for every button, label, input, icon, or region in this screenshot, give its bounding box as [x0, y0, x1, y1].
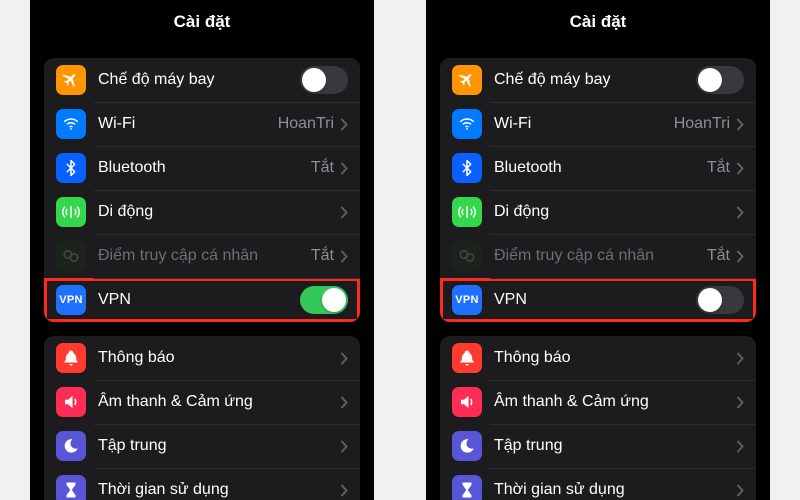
- wifi-icon: [56, 109, 86, 139]
- settings-row-label: Tập trung: [98, 437, 340, 455]
- screentime-icon: [56, 475, 86, 500]
- vpn-toggle[interactable]: [696, 286, 744, 314]
- comparison-frame: Cài đặt Chế độ máy bayWi-FiHoanTriBlueto…: [0, 0, 800, 500]
- cellular-icon: [56, 197, 86, 227]
- airplane-icon: [452, 65, 482, 95]
- page-title: Cài đặt: [426, 0, 770, 44]
- hotspot-icon: [56, 241, 86, 271]
- sounds-icon: [452, 387, 482, 417]
- settings-row-focus[interactable]: Tập trung: [440, 424, 756, 468]
- settings-row-label: Thông báo: [494, 349, 736, 367]
- cellular-icon: [452, 197, 482, 227]
- settings-row-label: Bluetooth: [98, 159, 311, 177]
- settings-row-value: Tắt: [311, 247, 334, 265]
- chevron-right-icon: [340, 206, 348, 219]
- settings-row-bluetooth[interactable]: BluetoothTắt: [440, 146, 756, 190]
- settings-row-label: Bluetooth: [494, 159, 707, 177]
- settings-row-label: Di động: [98, 203, 340, 221]
- settings-row-value: Tắt: [707, 159, 730, 177]
- settings-row-notifications[interactable]: Thông báo: [440, 336, 756, 380]
- page-title: Cài đặt: [30, 0, 374, 44]
- settings-row-label: Chế độ máy bay: [494, 71, 696, 89]
- settings-row-label: Wi-Fi: [98, 115, 278, 133]
- bluetooth-icon: [56, 153, 86, 183]
- settings-row-cellular[interactable]: Di động: [44, 190, 360, 234]
- settings-row-notifications[interactable]: Thông báo: [44, 336, 360, 380]
- settings-screen-right: Cài đặt Chế độ máy bayWi-FiHoanTriBlueto…: [426, 0, 770, 500]
- settings-row-label: Tập trung: [494, 437, 736, 455]
- settings-row-airplane[interactable]: Chế độ máy bay: [440, 58, 756, 102]
- settings-row-value: HoanTri: [278, 115, 334, 133]
- airplane-toggle[interactable]: [696, 66, 744, 94]
- settings-row-label: Thời gian sử dụng: [494, 481, 736, 499]
- settings-row-screentime[interactable]: Thời gian sử dụng: [440, 468, 756, 500]
- notifications-icon: [452, 343, 482, 373]
- airplane-icon: [56, 65, 86, 95]
- chevron-right-icon: [340, 396, 348, 409]
- chevron-right-icon: [736, 440, 744, 453]
- settings-row-wifi[interactable]: Wi-FiHoanTri: [44, 102, 360, 146]
- chevron-right-icon: [340, 352, 348, 365]
- chevron-right-icon: [736, 484, 744, 497]
- settings-section-1: Chế độ máy bayWi-FiHoanTriBluetoothTắtDi…: [440, 58, 756, 322]
- chevron-right-icon: [340, 250, 348, 263]
- chevron-right-icon: [340, 162, 348, 175]
- settings-row-sounds[interactable]: Âm thanh & Cảm ứng: [440, 380, 756, 424]
- hotspot-icon: [452, 241, 482, 271]
- vpn-icon: VPN: [56, 285, 86, 315]
- chevron-right-icon: [736, 118, 744, 131]
- settings-row-value: Tắt: [707, 247, 730, 265]
- settings-row-value: HoanTri: [674, 115, 730, 133]
- settings-section-1: Chế độ máy bayWi-FiHoanTriBluetoothTắtDi…: [44, 58, 360, 322]
- chevron-right-icon: [736, 250, 744, 263]
- sounds-icon: [56, 387, 86, 417]
- settings-row-label: Thời gian sử dụng: [98, 481, 340, 499]
- settings-row-cellular[interactable]: Di động: [440, 190, 756, 234]
- settings-row-wifi[interactable]: Wi-FiHoanTri: [440, 102, 756, 146]
- focus-icon: [56, 431, 86, 461]
- settings-row-label: Chế độ máy bay: [98, 71, 300, 89]
- settings-row-label: VPN: [494, 291, 696, 309]
- settings-row-label: VPN: [98, 291, 300, 309]
- screentime-icon: [452, 475, 482, 500]
- chevron-right-icon: [736, 396, 744, 409]
- settings-row-vpn[interactable]: VPN VPN: [44, 278, 360, 322]
- vpn-toggle[interactable]: [300, 286, 348, 314]
- settings-row-airplane[interactable]: Chế độ máy bay: [44, 58, 360, 102]
- chevron-right-icon: [736, 162, 744, 175]
- settings-row-label: Wi-Fi: [494, 115, 674, 133]
- settings-row-sounds[interactable]: Âm thanh & Cảm ứng: [44, 380, 360, 424]
- chevron-right-icon: [736, 352, 744, 365]
- chevron-right-icon: [736, 206, 744, 219]
- settings-section-2: Thông báo Âm thanh & Cảm ứng Tập trung Thời…: [440, 336, 756, 500]
- settings-screen-left: Cài đặt Chế độ máy bayWi-FiHoanTriBlueto…: [30, 0, 374, 500]
- settings-row-label: Thông báo: [98, 349, 340, 367]
- settings-row-focus[interactable]: Tập trung: [44, 424, 360, 468]
- settings-row-label: Âm thanh & Cảm ứng: [494, 393, 736, 411]
- wifi-icon: [452, 109, 482, 139]
- settings-row-screentime[interactable]: Thời gian sử dụng: [44, 468, 360, 500]
- notifications-icon: [56, 343, 86, 373]
- focus-icon: [452, 431, 482, 461]
- settings-row-label: Điểm truy cập cá nhân: [98, 247, 311, 265]
- settings-row-hotspot[interactable]: Điểm truy cập cá nhânTắt: [44, 234, 360, 278]
- settings-row-vpn[interactable]: VPN VPN: [440, 278, 756, 322]
- settings-section-2: Thông báo Âm thanh & Cảm ứng Tập trung Thời…: [44, 336, 360, 500]
- settings-row-bluetooth[interactable]: BluetoothTắt: [44, 146, 360, 190]
- bluetooth-icon: [452, 153, 482, 183]
- settings-row-label: Âm thanh & Cảm ứng: [98, 393, 340, 411]
- vpn-icon: VPN: [452, 285, 482, 315]
- settings-row-label: Điểm truy cập cá nhân: [494, 247, 707, 265]
- settings-row-value: Tắt: [311, 159, 334, 177]
- chevron-right-icon: [340, 484, 348, 497]
- settings-row-label: Di động: [494, 203, 736, 221]
- airplane-toggle[interactable]: [300, 66, 348, 94]
- chevron-right-icon: [340, 440, 348, 453]
- settings-row-hotspot[interactable]: Điểm truy cập cá nhânTắt: [440, 234, 756, 278]
- chevron-right-icon: [340, 118, 348, 131]
